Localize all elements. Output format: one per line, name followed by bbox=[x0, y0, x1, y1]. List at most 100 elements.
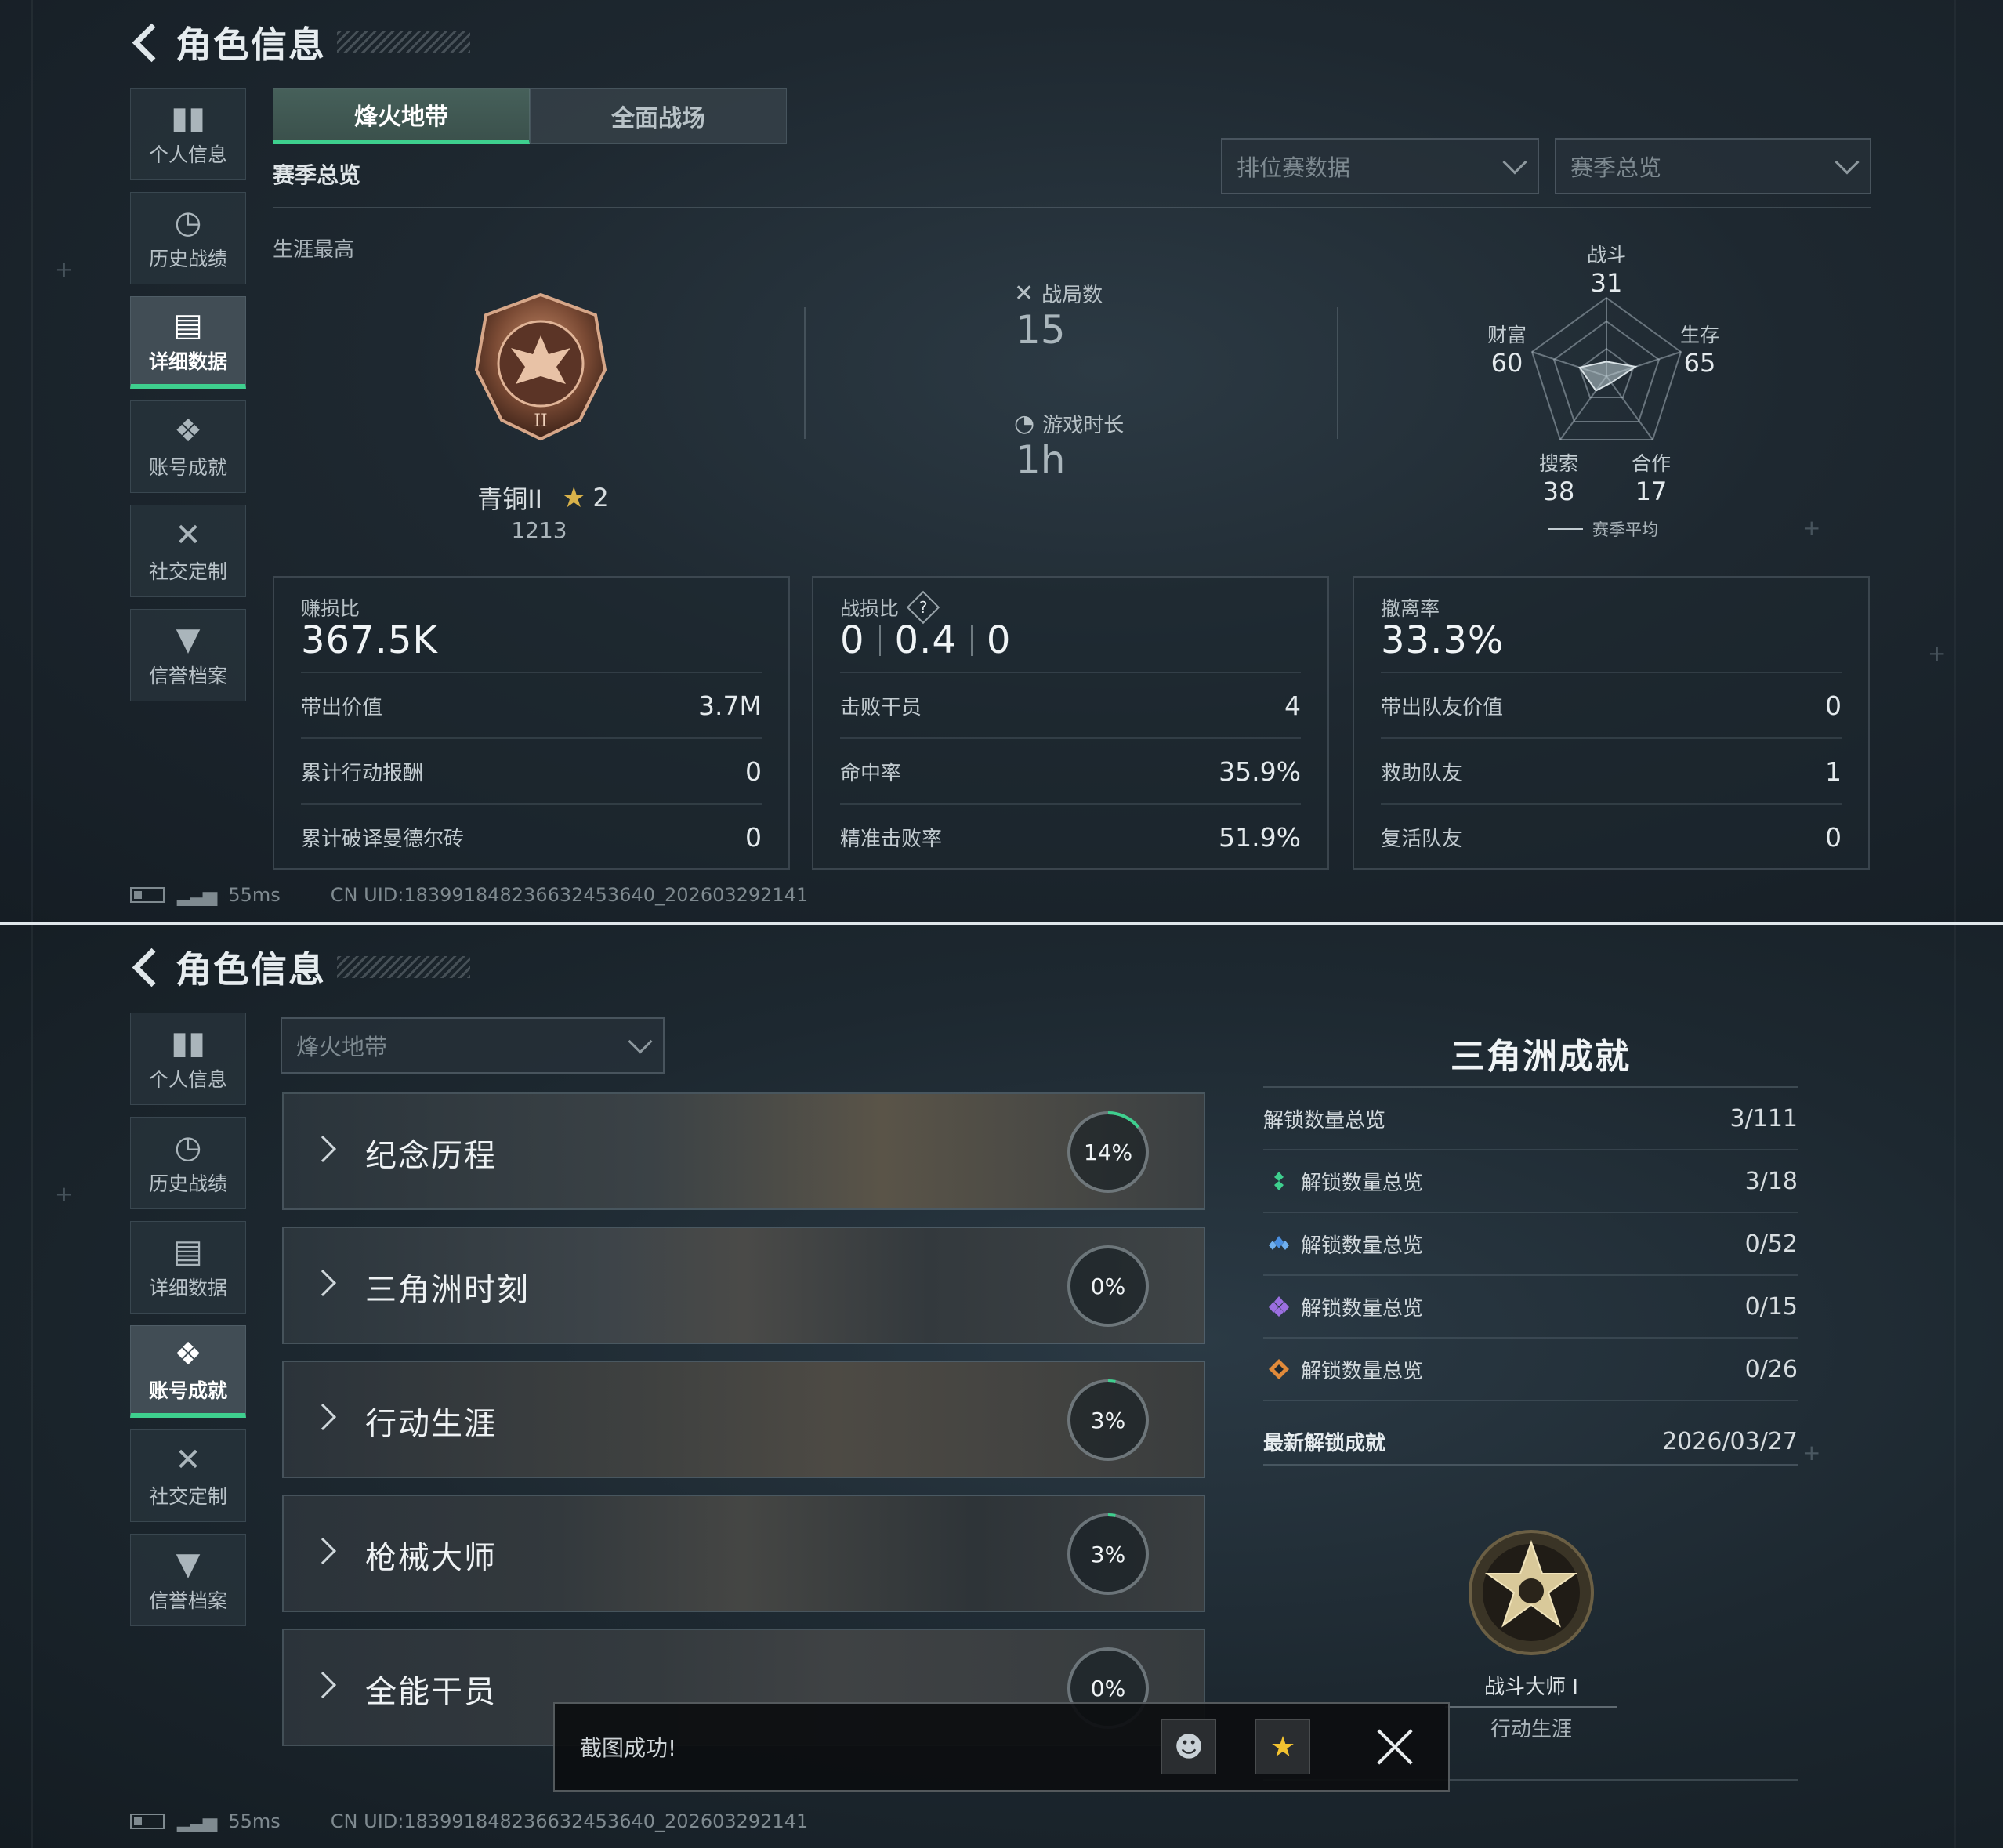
divider bbox=[273, 207, 1871, 208]
sidebar-item-history[interactable]: ◷ 历史战绩 bbox=[130, 192, 246, 284]
stopwatch-icon: ◔ bbox=[1014, 410, 1035, 437]
rank-score: 1213 bbox=[511, 517, 567, 543]
sidebar-item-history[interactable]: ◷ 历史战绩 bbox=[130, 1117, 246, 1209]
sidebar-item-reputation[interactable]: ▼ 信誉档案 bbox=[130, 609, 246, 701]
stat-row: 命中率 35.9% bbox=[840, 737, 1301, 803]
badge-icon: ❖ bbox=[174, 1335, 202, 1372]
toast-message: 截图成功! bbox=[580, 1735, 677, 1761]
qq-share-icon[interactable]: ☻ bbox=[1161, 1719, 1216, 1774]
extraction-rate-card: 撤离率 33.3% 带出队友价值 0 救助队友 1 复活队友 0 bbox=[1353, 576, 1870, 870]
legend-line bbox=[1548, 528, 1583, 530]
profit-ratio-card: 赚损比 367.5K 带出价值 3.7M 累计行动报酬 0 累计破译曼德尔砖 0 bbox=[273, 576, 790, 870]
uid-text: CN UID:1839918482366324536​40_2026032921… bbox=[330, 884, 809, 906]
sidebar-item-label: 社交定制 bbox=[148, 1485, 227, 1508]
close-icon[interactable] bbox=[1376, 1728, 1414, 1766]
category-name: 枪械大师 bbox=[365, 1540, 497, 1576]
battery-icon bbox=[130, 1814, 165, 1829]
card-label-row: 战损比 ? bbox=[840, 590, 940, 625]
sidebar-item-detailed-data[interactable]: ▤ 详细数据 bbox=[130, 1221, 246, 1314]
stat-label: 救助队友 bbox=[1381, 761, 1463, 785]
achievement-category-row[interactable]: 行动生涯 3% bbox=[282, 1361, 1205, 1478]
radar-label: 财富 bbox=[1487, 324, 1527, 346]
card-label: 撤离率 bbox=[1381, 597, 1440, 620]
sidebar-item-social[interactable]: ✕ 社交定制 bbox=[130, 505, 246, 597]
playtime-value: 1h bbox=[1016, 437, 1066, 483]
favorite-share-icon[interactable]: ★ bbox=[1255, 1719, 1310, 1774]
stat-row: 累计破译曼德尔砖 0 bbox=[301, 803, 762, 869]
progress-ring: 14% bbox=[1067, 1111, 1149, 1193]
shield-icon: ▼ bbox=[176, 621, 201, 658]
header: 角色信息 bbox=[130, 942, 470, 992]
stat-value: 1 bbox=[1825, 756, 1842, 787]
progress-arc bbox=[1067, 1513, 1149, 1595]
season-overview-select[interactable]: 赛季总览 bbox=[1555, 138, 1871, 194]
career-best-label: 生涯最高 bbox=[273, 238, 355, 262]
back-arrow-icon[interactable] bbox=[130, 948, 166, 987]
chevron-down-icon bbox=[1835, 150, 1860, 175]
radar-axis-teamwork: 合作 17 bbox=[1616, 448, 1686, 506]
select-value: 烽火地带 bbox=[296, 1034, 388, 1060]
sidebar-item-achievements[interactable]: ❖ 账号成就 bbox=[130, 400, 246, 493]
ping-value: 55ms bbox=[228, 1810, 281, 1832]
sidebar-item-label: 社交定制 bbox=[148, 560, 227, 583]
stat-value: 4 bbox=[1284, 690, 1301, 721]
tab-hazard-zone[interactable]: 烽火地带 bbox=[273, 88, 530, 144]
tier-label: 解锁数量总览 bbox=[1301, 1359, 1424, 1383]
sidebar: ▮▮ 个人信息 ◷ 历史战绩 ▤ 详细数据 ❖ 账号成就 ✕ 社交定制 ▼ 信誉… bbox=[130, 88, 246, 713]
star-icon: ★ bbox=[561, 481, 587, 514]
latest-unlocked-header: 最新解锁成就 2026/03/27 bbox=[1263, 1419, 1798, 1466]
progress-ring: 0% bbox=[1067, 1245, 1149, 1327]
deco-plus: + bbox=[1928, 640, 1947, 666]
sidebar-item-reputation[interactable]: ▼ 信誉档案 bbox=[130, 1534, 246, 1626]
signal-icon: ▂▃▅ bbox=[177, 884, 217, 906]
deco-plus: + bbox=[1802, 1440, 1821, 1466]
mode-select[interactable]: 烽火地带 bbox=[281, 1017, 665, 1074]
matches-label: 战局数 bbox=[1041, 284, 1103, 307]
stat-row: 累计行动报酬 0 bbox=[301, 737, 762, 803]
category-name: 全能干员 bbox=[365, 1674, 497, 1710]
back-arrow-icon[interactable] bbox=[130, 23, 166, 62]
radar-axis-combat: 战斗 31 bbox=[1567, 240, 1646, 298]
stat-label: 带出价值 bbox=[301, 695, 383, 719]
card-label: 赚损比 bbox=[301, 597, 360, 620]
playtime-label-row: ◔ 游戏时长 bbox=[1014, 409, 1124, 438]
radar-value: 60 bbox=[1490, 348, 1523, 378]
mode-tabs: 烽火地带 全面战场 bbox=[273, 88, 787, 144]
uid-text: CN UID:1839918482366324536​40_2026032921… bbox=[330, 1810, 809, 1832]
purple-gem-icon bbox=[1269, 1296, 1289, 1317]
ranked-data-select[interactable]: 排位赛数据 bbox=[1221, 138, 1539, 194]
progress-arc bbox=[1067, 1245, 1149, 1327]
radar-value: 65 bbox=[1683, 348, 1716, 378]
divider bbox=[1337, 307, 1338, 439]
frame-line bbox=[1954, 0, 1956, 922]
sidebar-item-label: 账号成就 bbox=[148, 1379, 227, 1402]
achievement-category-row[interactable]: 纪念历程 14% bbox=[282, 1092, 1205, 1210]
achievement-category-row[interactable]: 枪械大师 3% bbox=[282, 1495, 1205, 1612]
detailed-data-screen: + + + 角色信息 ▮▮ 个人信息 ◷ 历史战绩 ▤ 详细数据 ❖ 账号成就 … bbox=[0, 0, 2003, 922]
kd-value: 0.4 bbox=[894, 618, 957, 662]
separator bbox=[970, 625, 973, 656]
card-label: 战损比 bbox=[840, 597, 900, 620]
crossed-swords-icon: ✕ bbox=[1014, 280, 1034, 307]
tab-full-battlefield[interactable]: 全面战场 bbox=[530, 88, 787, 144]
radar-value: 31 bbox=[1590, 268, 1623, 298]
sidebar-item-personal-info[interactable]: ▮▮ 个人信息 bbox=[130, 1013, 246, 1105]
sidebar-item-achievements[interactable]: ❖ 账号成就 bbox=[130, 1325, 246, 1418]
deaths-value: 0 bbox=[986, 618, 1012, 662]
folder-icon: ▤ bbox=[173, 1234, 203, 1270]
sidebar-item-detailed-data[interactable]: ▤ 详细数据 bbox=[130, 296, 246, 389]
frame-line bbox=[1954, 925, 1956, 1848]
rank-name: 青铜II bbox=[477, 484, 543, 514]
sidebar-item-label: 详细数据 bbox=[148, 350, 227, 373]
tier-row-purple: 解锁数量总览 0/15 bbox=[1263, 1276, 1798, 1339]
stat-label: 带出队友价值 bbox=[1381, 695, 1504, 719]
achievement-category-row[interactable]: 三角洲时刻 0% bbox=[282, 1227, 1205, 1344]
sidebar-item-social[interactable]: ✕ 社交定制 bbox=[130, 1429, 246, 1522]
combat-master-badge-icon bbox=[1469, 1530, 1594, 1655]
tools-icon: ✕ bbox=[175, 517, 201, 553]
sidebar-item-personal-info[interactable]: ▮▮ 个人信息 bbox=[130, 88, 246, 180]
chevron-down-icon bbox=[628, 1029, 653, 1054]
tier-row-orange: 解锁数量总览 0/26 bbox=[1263, 1339, 1798, 1401]
separator bbox=[878, 625, 881, 656]
deco-plus: + bbox=[55, 1181, 74, 1207]
